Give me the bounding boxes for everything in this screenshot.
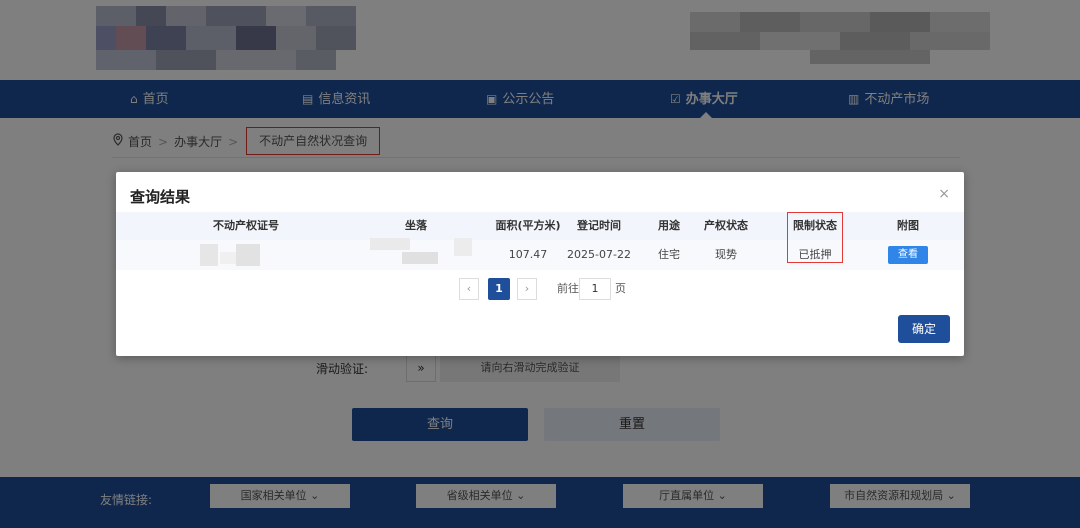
redacted-cert-number [200,244,218,266]
column-header: 用途 [658,219,680,232]
redacted-cert-number [220,252,236,264]
usage-cell: 住宅 [658,248,680,261]
column-header: 产权状态 [704,219,748,232]
column-header: 附图 [897,219,919,232]
property-status-cell: 现势 [715,248,737,261]
area-cell: 107.47 [508,248,548,261]
redacted-cert-number [236,244,260,266]
goto-label: 前往 [557,282,579,295]
goto-page-input[interactable]: 1 [579,278,611,300]
dialog-title: 查询结果 [130,188,191,206]
column-header: 坐落 [405,219,427,232]
restriction-status-highlight [787,212,843,263]
page-suffix: 页 [615,282,626,295]
attachment-cell: 查看 [882,240,934,270]
location-cell [366,238,476,270]
redacted-location [454,238,472,256]
redacted-location [402,252,438,264]
column-header: 登记时间 [577,219,621,232]
confirm-button[interactable]: 确定 [898,315,950,343]
date-cell: 2025-07-22 [567,248,631,261]
next-page-button[interactable]: › [517,278,537,300]
prev-page-button[interactable]: ‹ [459,278,479,300]
column-header: 面积(平方米) [495,219,561,232]
cert-number-cell [176,240,316,270]
view-attachment-button[interactable]: 查看 [888,246,928,264]
page-number-current[interactable]: 1 [488,278,510,300]
query-result-dialog: 查询结果 × 不动产权证号 坐落 面积(平方米) 登记时间 用途 产权状态 限制… [116,172,964,356]
close-icon[interactable]: × [938,186,950,202]
redacted-location [370,238,410,250]
column-header: 不动产权证号 [213,219,279,232]
